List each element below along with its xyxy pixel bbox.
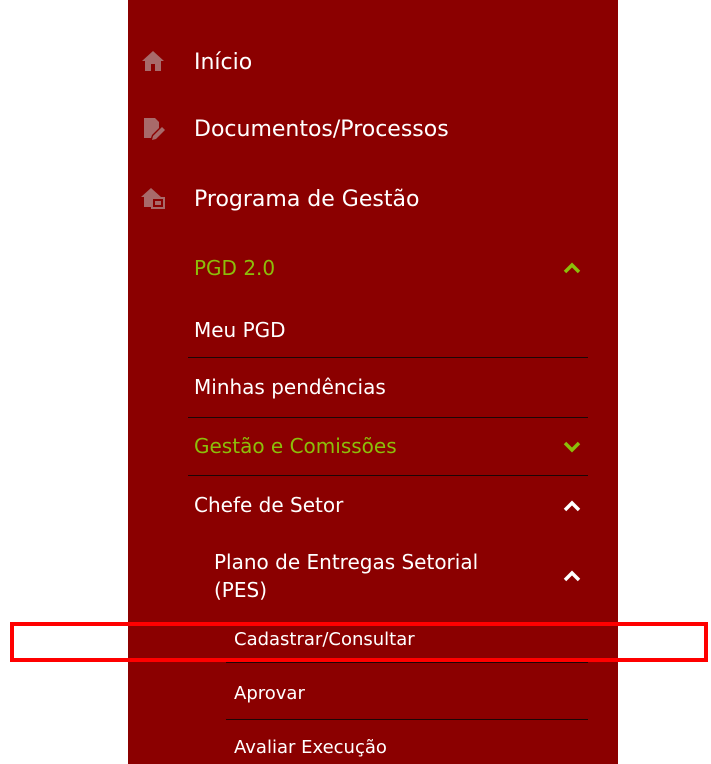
menu-item-gestao-comissoes[interactable]: Gestão e Comissões xyxy=(128,434,618,464)
menu-item-documentos[interactable]: Documentos/Processos xyxy=(128,117,618,147)
menu-item-label: Programa de Gestão xyxy=(194,187,420,212)
menu-item-label: Plano de Entregas Setorial (PES) xyxy=(214,550,479,602)
menu-item-label: Documentos/Processos xyxy=(194,117,449,142)
menu-item-cadastrar-consultar[interactable]: Cadastrar/Consultar xyxy=(128,629,618,655)
menu-item-label: Gestão e Comissões xyxy=(194,434,397,458)
menu-item-programa-gestao[interactable]: Programa de Gestão xyxy=(128,187,618,217)
menu-item-minhas-pendencias[interactable]: Minhas pendências xyxy=(128,375,618,405)
chevron-up-icon xyxy=(562,568,582,584)
menu-item-label: Aprovar xyxy=(234,683,305,704)
menu-item-meu-pgd[interactable]: Meu PGD xyxy=(128,318,618,348)
menu-item-label: Meu PGD xyxy=(194,318,286,342)
menu-item-avaliar-execucao[interactable]: Avaliar Execução xyxy=(128,737,618,763)
home-icon xyxy=(140,48,166,74)
menu-item-label: Cadastrar/Consultar xyxy=(234,629,415,650)
menu-item-plano-entregas[interactable]: Plano de Entregas Setorial (PES) xyxy=(128,548,618,608)
chevron-up-icon xyxy=(562,498,582,514)
menu-item-label: Início xyxy=(194,50,253,75)
home-management-icon xyxy=(140,185,166,211)
divider xyxy=(188,357,588,358)
chevron-up-icon xyxy=(562,260,582,276)
sidebar-menu: Início Documentos/Processos Programa de … xyxy=(128,0,618,764)
divider xyxy=(226,719,588,720)
menu-item-label: Avaliar Execução xyxy=(234,737,387,758)
menu-item-label: PGD 2.0 xyxy=(194,256,276,280)
menu-item-aprovar[interactable]: Aprovar xyxy=(128,683,618,709)
divider xyxy=(188,475,588,476)
chevron-down-icon xyxy=(562,439,582,455)
divider xyxy=(226,662,588,663)
menu-item-chefe-setor[interactable]: Chefe de Setor xyxy=(128,493,618,523)
menu-item-label: Minhas pendências xyxy=(194,375,386,399)
menu-item-inicio[interactable]: Início xyxy=(128,50,618,80)
menu-item-pgd[interactable]: PGD 2.0 xyxy=(128,256,618,286)
menu-item-label: Chefe de Setor xyxy=(194,493,344,517)
divider xyxy=(188,417,588,418)
edit-document-icon xyxy=(140,115,166,141)
